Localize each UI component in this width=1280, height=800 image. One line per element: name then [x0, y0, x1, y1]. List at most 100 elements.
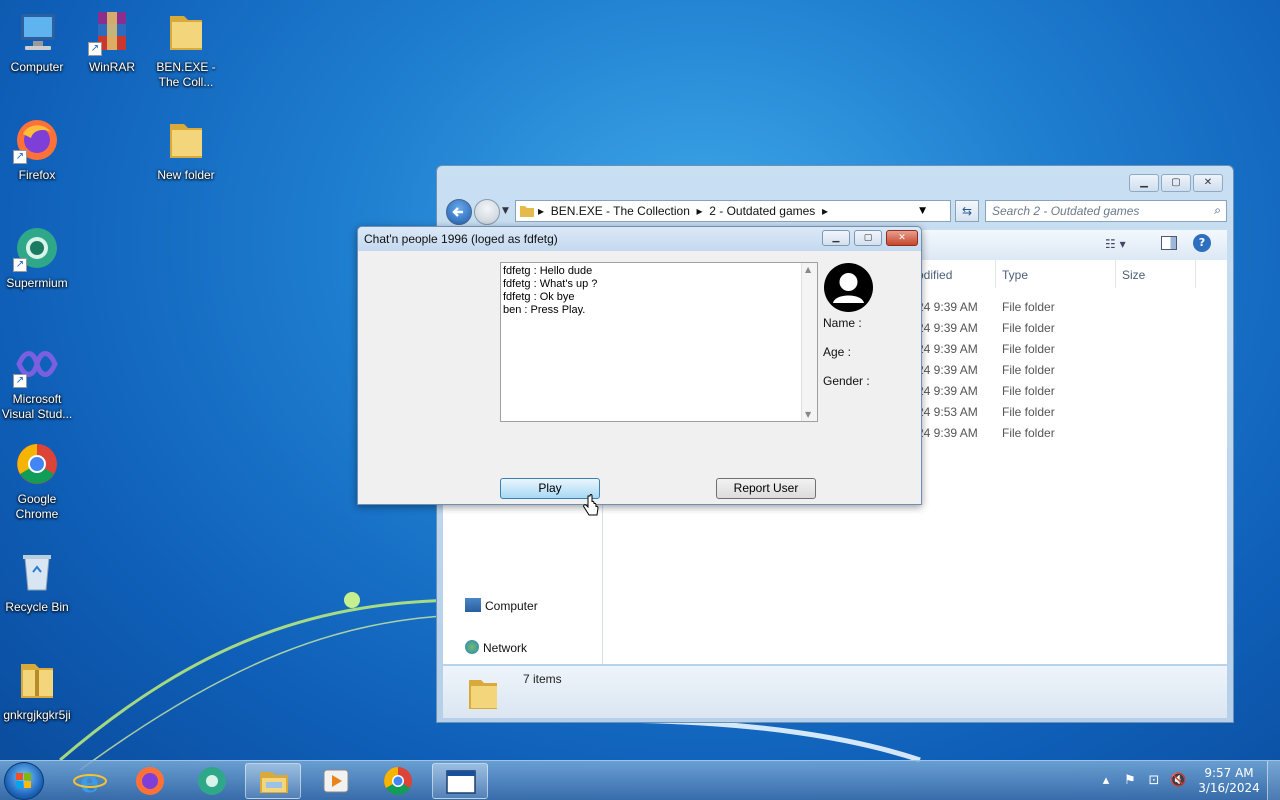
- taskbar-file-explorer[interactable]: [245, 763, 301, 799]
- network-status-icon[interactable]: ⊡: [1146, 773, 1162, 789]
- column-divider: [1195, 260, 1196, 288]
- breadcrumb-item[interactable]: BEN.EXE - The Collection: [551, 204, 690, 218]
- taskbar-supermium[interactable]: [184, 763, 240, 799]
- report-user-button[interactable]: Report User: [716, 478, 816, 499]
- chevron-right-icon: ▸: [538, 204, 545, 218]
- refresh-icon: ⇆: [961, 204, 973, 218]
- chat-window[interactable]: Chat'n people 1996 (loged as fdfetg) ▁ ▢…: [357, 226, 922, 505]
- desktop-icon-label: WinRAR: [88, 60, 135, 74]
- column-header-size[interactable]: Size: [1122, 268, 1145, 282]
- refresh-button[interactable]: ⇆: [955, 200, 979, 222]
- row-date-modified: 24 9:53 AM: [917, 405, 978, 419]
- table-row[interactable]: 24 9:39 AM File folder: [917, 384, 1055, 398]
- row-date-modified: 24 9:39 AM: [917, 342, 978, 356]
- nav-item-computer[interactable]: Computer: [465, 598, 538, 613]
- folder-icon: [162, 116, 210, 164]
- message-log[interactable]: fdfetg : Hello dude fdfetg : What's up ? f…: [500, 262, 818, 422]
- column-header-type[interactable]: Type: [1002, 268, 1028, 282]
- archive-folder-icon: [13, 656, 61, 704]
- desktop-icon-computer[interactable]: Computer: [0, 8, 76, 75]
- desktop-icon-visual-studio[interactable]: ↗ Microsoft Visual Stud...: [0, 340, 76, 422]
- scrollbar[interactable]: ▲ ▼: [801, 263, 817, 421]
- table-row[interactable]: 24 9:39 AM File folder: [917, 321, 1055, 335]
- volume-muted-icon[interactable]: 🔇: [1170, 773, 1186, 789]
- search-placeholder: Search 2 - Outdated games: [992, 204, 1140, 218]
- taskbar-chat-app[interactable]: [432, 763, 488, 799]
- preview-pane-icon[interactable]: [1161, 236, 1177, 250]
- chevron-right-icon: ▸: [821, 204, 829, 218]
- media-player-icon: [323, 769, 349, 793]
- scroll-down-icon[interactable]: ▼: [805, 410, 811, 419]
- chat-message: fdfetg : What's up ?: [503, 278, 598, 290]
- chat-message: ben : Press Play.: [503, 304, 586, 316]
- svg-text:e: e: [80, 765, 99, 799]
- folder-icon: [469, 680, 497, 709]
- profile-age-label: Age :: [823, 345, 852, 359]
- windows-logo-icon: [16, 773, 31, 788]
- start-button[interactable]: [4, 762, 44, 800]
- desktop-icon-label: Recycle Bin: [5, 600, 69, 614]
- clock-date: 3/16/2024: [1198, 781, 1260, 795]
- search-input[interactable]: Search 2 - Outdated games ⌕: [985, 200, 1227, 222]
- mouse-cursor-hand-icon: [583, 494, 599, 516]
- desktop-icon-winrar[interactable]: ↗ WinRAR: [73, 8, 151, 75]
- close-button[interactable]: ✕: [886, 230, 918, 246]
- taskbar-firefox[interactable]: [122, 763, 178, 799]
- row-type: File folder: [1002, 405, 1055, 419]
- table-row[interactable]: 24 9:39 AM File folder: [917, 300, 1055, 314]
- desktop-icon-recycle-bin[interactable]: Recycle Bin: [0, 548, 76, 615]
- taskbar-google-chrome[interactable]: [370, 763, 426, 799]
- minimize-button[interactable]: ▁: [1129, 174, 1159, 192]
- chat-message: fdfetg : Ok bye: [503, 291, 575, 303]
- table-row[interactable]: 24 9:39 AM File folder: [917, 426, 1055, 440]
- system-clock[interactable]: 9:57 AM 3/16/2024: [1194, 766, 1264, 796]
- application-window-icon: [446, 770, 476, 794]
- desktop-icon-gnkrgjkgkr5ji[interactable]: gnkrgjkgkr5ji: [0, 656, 76, 723]
- computer-icon: [13, 8, 61, 56]
- show-hidden-icons-icon[interactable]: ▴: [1098, 773, 1114, 789]
- desktop-icon-google-chrome[interactable]: Google Chrome: [0, 440, 76, 522]
- taskbar-media-player[interactable]: [308, 763, 364, 799]
- item-count: 7 items: [523, 672, 562, 686]
- breadcrumb-item[interactable]: 2 - Outdated games: [709, 204, 815, 218]
- action-center-flag-icon[interactable]: ⚑: [1122, 773, 1138, 789]
- row-date-modified: 24 9:39 AM: [917, 321, 978, 335]
- table-row[interactable]: 24 9:53 AM File folder: [917, 405, 1055, 419]
- maximize-button[interactable]: ▢: [1161, 174, 1191, 192]
- table-row[interactable]: 24 9:39 AM File folder: [917, 363, 1055, 377]
- folder-icon: [162, 8, 210, 56]
- desktop-icon-new-folder[interactable]: New folder: [147, 116, 225, 183]
- desktop-icon-label: Microsoft Visual Stud...: [1, 392, 73, 421]
- maximize-button[interactable]: ▢: [854, 230, 882, 246]
- back-button[interactable]: [446, 199, 472, 225]
- forward-button[interactable]: [474, 199, 500, 225]
- minimize-button[interactable]: ▁: [822, 230, 850, 246]
- view-options-icon[interactable]: ☷ ▾: [1105, 237, 1126, 251]
- scroll-up-icon[interactable]: ▲: [805, 265, 811, 274]
- taskbar-internet-explorer[interactable]: e: [62, 763, 118, 800]
- desktop-icon-supermium[interactable]: ↗ Supermium: [0, 224, 76, 291]
- address-bar[interactable]: ▸ BEN.EXE - The Collection ▸ 2 - Outdate…: [515, 200, 951, 222]
- table-row[interactable]: 24 9:39 AM File folder: [917, 342, 1055, 356]
- chat-titlebar[interactable]: Chat'n people 1996 (loged as fdfetg) ▁ ▢…: [358, 227, 921, 251]
- close-button[interactable]: ✕: [1193, 174, 1223, 192]
- chevron-right-icon: ▸: [696, 204, 703, 218]
- desktop-icon-ben-exe[interactable]: BEN.EXE - The Coll...: [147, 8, 225, 90]
- desktop-icon-label: Computer: [10, 60, 64, 74]
- window-title: Chat'n people 1996 (loged as fdfetg): [364, 232, 558, 246]
- chrome-icon: [13, 440, 61, 488]
- help-icon[interactable]: ?: [1193, 234, 1211, 252]
- back-arrow-icon: [452, 207, 463, 217]
- show-desktop-button[interactable]: [1267, 761, 1280, 800]
- recent-pages-chevron-icon[interactable]: ▼: [502, 206, 509, 216]
- row-type: File folder: [1002, 384, 1055, 398]
- desktop-icon-firefox[interactable]: ↗ Firefox: [0, 116, 76, 183]
- taskbar: e ▴ ⚑ ⊡ 🔇 9:57 AM 3/16/2024: [0, 760, 1280, 800]
- status-bar: 7 items: [443, 666, 1227, 718]
- profile-name-label: Name :: [823, 316, 862, 330]
- column-header-modified[interactable]: odified: [917, 268, 952, 282]
- nav-item-network[interactable]: Network: [465, 640, 527, 655]
- desktop-icon-label: BEN.EXE - The Coll...: [156, 60, 216, 89]
- row-date-modified: 24 9:39 AM: [917, 300, 978, 314]
- address-dropdown-icon[interactable]: ▼: [919, 206, 926, 216]
